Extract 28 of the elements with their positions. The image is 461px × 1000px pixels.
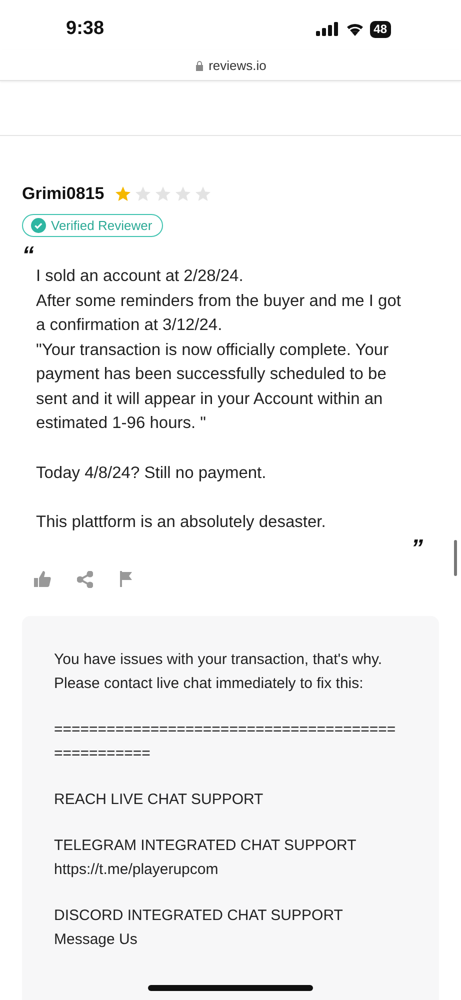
star-icon <box>194 185 212 203</box>
flag-icon[interactable] <box>119 571 132 587</box>
review-paragraph: This plattform is an absolutely desaster. <box>36 512 327 533</box>
signal-icon <box>316 22 340 36</box>
reviewer-name: Grimi0815 <box>22 184 104 204</box>
review-paragraph: I sold an account at 2/28/24. After some reminders from the buyer and me I got a confirmation at 3/12/24. "Your transaction is now officially complete. Your payment has been successfully scheduled to be sent and it will appear in your Account within an estimated 1-96 hours. " <box>36 266 402 434</box>
star-icon <box>134 185 152 203</box>
star-icon <box>174 185 192 203</box>
reply-paragraph: You have issues with your transaction, that's why. Please contact live chat immediately to fix this: <box>54 650 384 694</box>
wifi-icon <box>346 22 364 36</box>
star-icon <box>114 185 132 203</box>
reply-paragraph: TELEGRAM INTEGRATED CHAT SUPPORT https://t.me/playerupcom <box>54 836 358 880</box>
thumbs-up-icon[interactable] <box>34 571 51 587</box>
clock-time: 9:38 <box>66 18 104 40</box>
reply-paragraph: DISCORD INTEGRATED CHAT SUPPORT Message Us <box>54 906 344 950</box>
star-icon <box>154 185 172 203</box>
review-paragraph: Today 4/8/24? Still no payment. <box>36 462 268 484</box>
url-text[interactable]: reviews.io <box>208 58 266 72</box>
lock-icon <box>194 60 204 70</box>
reply-paragraph: REACH LIVE CHAT SUPPORT <box>54 790 264 810</box>
open-quote-mark: “ <box>22 242 34 269</box>
battery-level: 48 <box>370 20 391 38</box>
scrollbar <box>454 540 457 576</box>
badge-label: Verified Reviewer <box>51 218 152 233</box>
share-icon[interactable] <box>77 570 93 588</box>
reply-paragraph: ================================================== <box>54 720 397 764</box>
check-badge-icon <box>31 218 46 233</box>
close-quote-mark: ” <box>411 534 423 562</box>
